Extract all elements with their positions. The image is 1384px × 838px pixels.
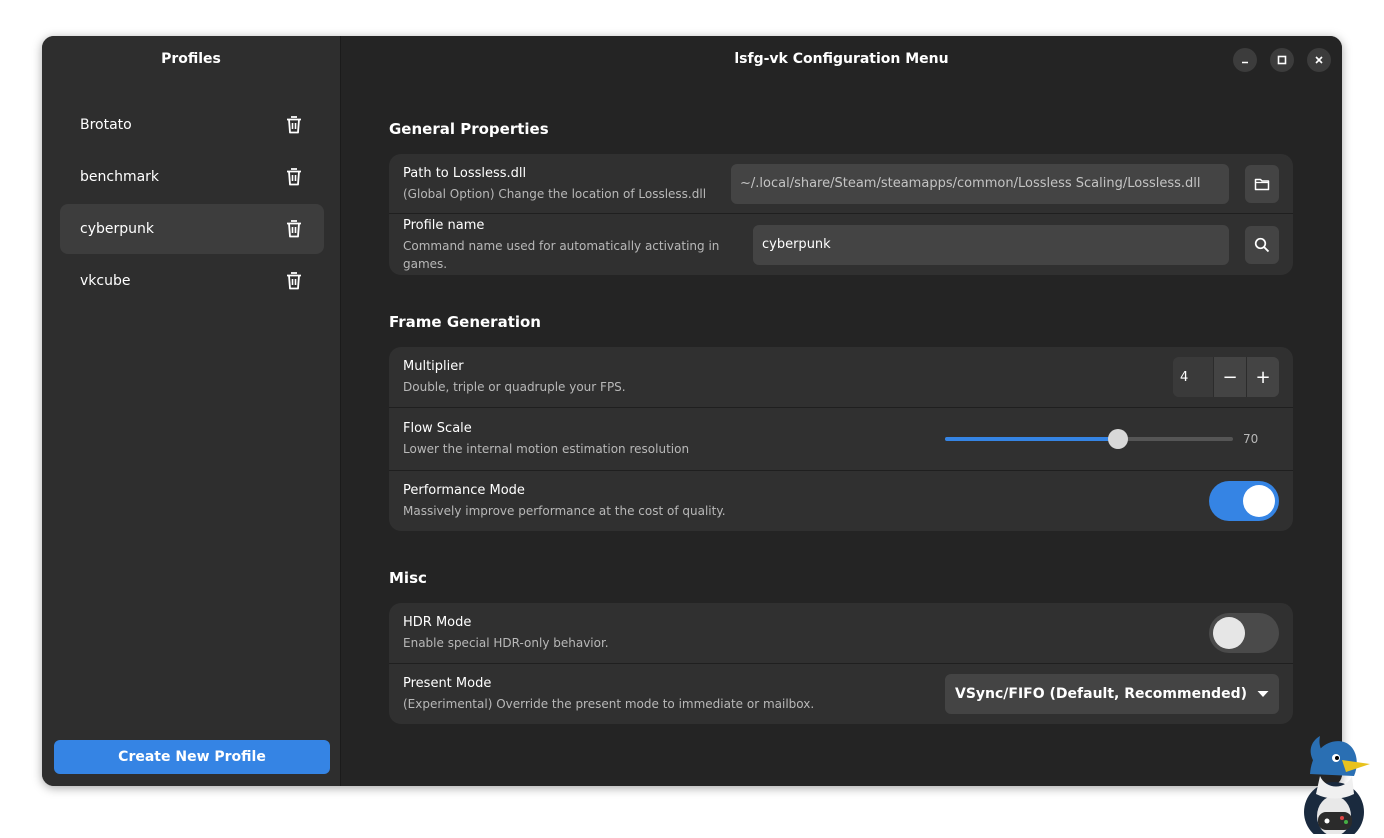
performance-mode-toggle[interactable]	[1209, 481, 1279, 521]
section-title-general: General Properties	[389, 120, 1293, 142]
hdr-mode-toggle[interactable]	[1209, 613, 1279, 653]
profile-item-label: benchmark	[80, 169, 159, 185]
performance-description: Massively improve performance at the cos…	[403, 502, 1209, 520]
browse-folder-button[interactable]	[1245, 165, 1279, 203]
decrement-button[interactable]: −	[1213, 357, 1246, 397]
multiplier-description: Double, triple or quadruple your FPS.	[403, 378, 1173, 396]
present-mode-value: VSync/FIFO (Default, Recommended)	[955, 686, 1247, 702]
hdr-description: Enable special HDR-only behavior.	[403, 634, 1209, 652]
toggle-knob	[1243, 485, 1275, 517]
profile-item-label: Brotato	[80, 117, 132, 133]
multiplier-row: Multiplier Double, triple or quadruple y…	[389, 347, 1293, 408]
maximize-icon	[1277, 55, 1287, 65]
profile-item-vkcube[interactable]: vkcube	[60, 256, 324, 306]
performance-row: Performance Mode Massively improve perfo…	[389, 471, 1293, 531]
maximize-button[interactable]	[1270, 48, 1294, 72]
slider-handle[interactable]	[1108, 429, 1128, 449]
window-controls	[1233, 48, 1331, 72]
folder-icon	[1254, 177, 1270, 191]
flow-scale-label: Flow Scale	[403, 420, 945, 438]
profile-list: Brotato benchmark cyberpunk vkcube	[60, 100, 324, 308]
sidebar-title: Profiles	[42, 36, 340, 82]
search-icon	[1254, 237, 1270, 253]
create-new-profile-button[interactable]: Create New Profile	[54, 740, 330, 774]
settings-content: General Properties Path to Lossless.dll …	[389, 120, 1293, 762]
multiplier-value[interactable]: 4	[1173, 357, 1213, 397]
path-input[interactable]: ~/.local/share/Steam/steamapps/common/Lo…	[731, 164, 1229, 204]
close-icon	[1314, 55, 1324, 65]
multiplier-stepper: 4 − +	[1173, 357, 1279, 397]
flow-scale-row: Flow Scale Lower the internal motion est…	[389, 408, 1293, 471]
performance-label: Performance Mode	[403, 482, 1209, 500]
minimize-button[interactable]	[1233, 48, 1257, 72]
settings-pane: lsfg-vk Configuration Menu General Prope…	[341, 36, 1342, 786]
present-mode-dropdown[interactable]: VSync/FIFO (Default, Recommended)	[945, 674, 1279, 714]
profile-item-label: cyberpunk	[80, 221, 154, 237]
path-description: (Global Option) Change the location of L…	[403, 185, 731, 203]
profile-item-benchmark[interactable]: benchmark	[60, 152, 324, 202]
present-label: Present Mode	[403, 675, 945, 693]
profile-name-row: Profile name Command name used for autom…	[389, 214, 1293, 275]
section-title-misc: Misc	[389, 569, 1293, 591]
search-button[interactable]	[1245, 226, 1279, 264]
path-row: Path to Lossless.dll (Global Option) Cha…	[389, 154, 1293, 214]
misc-card: HDR Mode Enable special HDR-only behavio…	[389, 603, 1293, 724]
profile-item-label: vkcube	[80, 273, 130, 289]
section-title-framegen: Frame Generation	[389, 313, 1293, 335]
increment-button[interactable]: +	[1246, 357, 1279, 397]
chevron-down-icon	[1257, 690, 1269, 698]
present-description: (Experimental) Override the present mode…	[403, 695, 945, 713]
profile-item-cyberpunk[interactable]: cyberpunk	[60, 204, 324, 254]
flow-scale-description: Lower the internal motion estimation res…	[403, 440, 945, 458]
toggle-knob	[1213, 617, 1245, 649]
slider-fill	[945, 437, 1118, 441]
present-row: Present Mode (Experimental) Override the…	[389, 664, 1293, 724]
general-card: Path to Lossless.dll (Global Option) Cha…	[389, 154, 1293, 275]
app-window: Profiles Brotato benchmark cyberpunk	[42, 36, 1342, 786]
flow-scale-value: 70	[1243, 432, 1279, 446]
trash-icon[interactable]	[284, 115, 304, 135]
flow-scale-slider[interactable]	[945, 429, 1233, 449]
hdr-label: HDR Mode	[403, 614, 1209, 632]
path-label: Path to Lossless.dll	[403, 165, 731, 183]
minimize-icon	[1240, 55, 1250, 65]
hdr-row: HDR Mode Enable special HDR-only behavio…	[389, 603, 1293, 664]
profile-name-label: Profile name	[403, 217, 753, 235]
framegen-card: Multiplier Double, triple or quadruple y…	[389, 347, 1293, 531]
window-title: lsfg-vk Configuration Menu	[341, 36, 1342, 82]
multiplier-label: Multiplier	[403, 358, 1173, 376]
trash-icon[interactable]	[284, 219, 304, 239]
close-button[interactable]	[1307, 48, 1331, 72]
trash-icon[interactable]	[284, 271, 304, 291]
profile-name-input[interactable]: cyberpunk	[753, 225, 1229, 265]
profile-name-description: Command name used for automatically acti…	[403, 237, 753, 273]
profiles-sidebar: Profiles Brotato benchmark cyberpunk	[42, 36, 341, 786]
trash-icon[interactable]	[284, 167, 304, 187]
penguin-mascot-image	[1290, 734, 1380, 834]
profile-item-brotato[interactable]: Brotato	[60, 100, 324, 150]
